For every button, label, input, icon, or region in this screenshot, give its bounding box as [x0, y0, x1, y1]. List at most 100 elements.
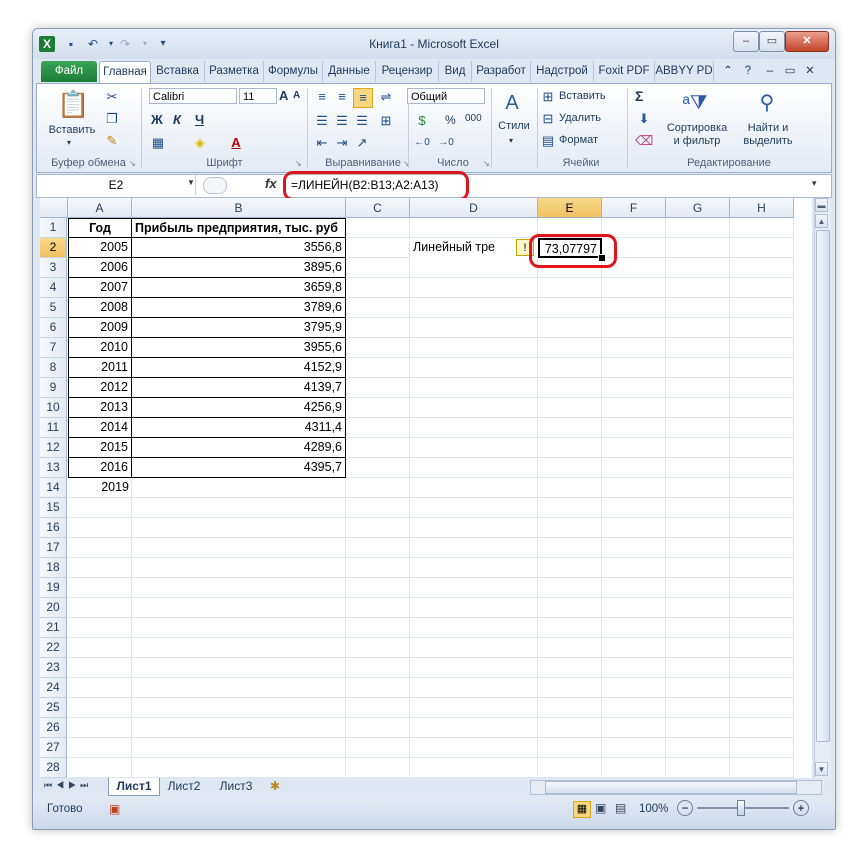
macro-record-icon[interactable]: ▣ — [109, 802, 120, 816]
align-top-icon[interactable]: ≡ — [313, 88, 331, 106]
formula-expand-icon[interactable]: ▾ — [812, 178, 817, 189]
row-header-6[interactable]: 6 — [40, 318, 67, 338]
table-header-profit[interactable]: Прибыль предприятия, тыс. руб — [132, 218, 346, 238]
insert-function-icon[interactable]: fx — [265, 176, 277, 191]
column-header-a[interactable]: A — [68, 198, 132, 218]
percent-button[interactable]: % — [445, 113, 456, 127]
table-cell-year[interactable]: 2013 — [68, 398, 132, 418]
orientation-icon[interactable]: ↗ — [353, 134, 371, 152]
sheet-tab-3[interactable]: Лист3 — [212, 778, 260, 795]
align-middle-icon[interactable]: ≡ — [333, 88, 351, 106]
column-header-b[interactable]: B — [132, 198, 346, 218]
fill-color-icon[interactable]: ◈ — [191, 134, 209, 152]
insert-cells-icon[interactable]: ⊞ — [539, 88, 557, 106]
row-header-17[interactable]: 17 — [40, 538, 67, 558]
tab-insert[interactable]: Вставка — [151, 61, 205, 82]
row-header-18[interactable]: 18 — [40, 558, 67, 578]
row-header-2[interactable]: 2 — [40, 238, 67, 258]
tab-file[interactable]: Файл — [41, 61, 97, 82]
scroll-up-button[interactable]: ▲ — [815, 214, 828, 228]
insert-cells-button[interactable]: Вставить — [559, 90, 606, 102]
font-size-combo[interactable]: 11 — [239, 88, 277, 104]
table-cell-profit[interactable]: 4152,9 — [132, 358, 346, 378]
table-cell-profit[interactable]: 3556,8 — [132, 238, 346, 258]
delete-cells-button[interactable]: Удалить — [559, 112, 601, 124]
thousands-separator-button[interactable]: 000 — [465, 113, 482, 124]
tab-addins[interactable]: Надстрой — [531, 61, 594, 82]
bold-button[interactable]: Ж — [151, 112, 163, 127]
zoom-level[interactable]: 100% — [639, 803, 668, 815]
table-cell-profit[interactable]: 4256,9 — [132, 398, 346, 418]
select-all-corner[interactable] — [40, 198, 68, 218]
row-header-8[interactable]: 8 — [40, 358, 67, 378]
zoom-slider-thumb[interactable] — [737, 800, 745, 816]
format-painter-icon[interactable]: ✎ — [103, 132, 121, 150]
table-cell-profit[interactable]: 3659,8 — [132, 278, 346, 298]
cut-icon[interactable]: ✂ — [103, 88, 121, 106]
sort-filter-icon[interactable]: ᵃ⧩ — [681, 88, 709, 118]
row-header-19[interactable]: 19 — [40, 578, 67, 598]
minimize-button[interactable]: – — [733, 31, 759, 52]
align-left-icon[interactable]: ☰ — [313, 112, 331, 130]
paste-dropdown-icon[interactable]: ▾ — [67, 138, 71, 147]
grow-font-icon[interactable]: A — [279, 88, 288, 103]
table-cell-year[interactable]: 2012 — [68, 378, 132, 398]
row-header-25[interactable]: 25 — [40, 698, 67, 718]
row-header-1[interactable]: 1 — [40, 218, 67, 238]
styles-icon[interactable]: A — [499, 90, 525, 116]
sort-filter-button[interactable]: Сортировка — [661, 122, 733, 134]
row-header-24[interactable]: 24 — [40, 678, 67, 698]
sheet-nav-icons[interactable]: ⏮◀▶⏭ — [44, 780, 92, 791]
zoom-out-button[interactable]: − — [677, 800, 693, 816]
row-header-9[interactable]: 9 — [40, 378, 67, 398]
tab-data[interactable]: Данные — [323, 61, 376, 82]
table-cell-profit[interactable]: 4289,6 — [132, 438, 346, 458]
format-cells-button[interactable]: Формат — [559, 134, 598, 146]
column-header-h[interactable]: H — [730, 198, 794, 218]
zoom-in-button[interactable]: + — [793, 800, 809, 816]
page-layout-view-icon[interactable]: ▣ — [595, 801, 606, 815]
column-header-f[interactable]: F — [602, 198, 666, 218]
table-cell-profit[interactable]: 3955,6 — [132, 338, 346, 358]
horizontal-scroll-thumb[interactable] — [545, 781, 797, 794]
clipboard-launcher-icon[interactable]: ↘ — [129, 159, 138, 168]
styles-button-label[interactable]: Стили — [493, 120, 535, 132]
shrink-font-icon[interactable]: A — [293, 90, 300, 101]
horizontal-scrollbar[interactable] — [530, 780, 822, 795]
close-button[interactable]: ✕ — [785, 31, 829, 52]
table-cell-year[interactable]: 2019 — [68, 478, 132, 498]
row-header-14[interactable]: 14 — [40, 478, 67, 498]
tab-abbyy-pdf[interactable]: ABBYY PD — [655, 61, 714, 82]
autosum-button[interactable]: Σ — [635, 88, 643, 104]
table-cell-profit[interactable]: 4139,7 — [132, 378, 346, 398]
row-header-26[interactable]: 26 — [40, 718, 67, 738]
table-cell-year[interactable]: 2007 — [68, 278, 132, 298]
row-header-15[interactable]: 15 — [40, 498, 67, 518]
fill-icon[interactable]: ⬇ — [635, 110, 653, 128]
align-right-icon[interactable]: ☰ — [353, 112, 371, 130]
insert-sheet-icon[interactable]: ✱ — [264, 778, 286, 795]
row-header-10[interactable]: 10 — [40, 398, 67, 418]
table-cell-year[interactable]: 2015 — [68, 438, 132, 458]
table-cell-year[interactable]: 2010 — [68, 338, 132, 358]
sheet-tab-2[interactable]: Лист2 — [160, 778, 208, 795]
row-header-20[interactable]: 20 — [40, 598, 67, 618]
split-box-icon[interactable]: ▬ — [815, 198, 828, 212]
tab-developer[interactable]: Разработ — [472, 61, 531, 82]
row-header-3[interactable]: 3 — [40, 258, 67, 278]
tab-page-layout[interactable]: Разметка — [205, 61, 264, 82]
name-box[interactable]: E2 — [37, 175, 196, 195]
font-name-combo[interactable]: Calibri — [149, 88, 237, 104]
clear-icon[interactable]: ⌫ — [635, 132, 653, 150]
name-box-dropdown-icon[interactable]: ▼ — [187, 178, 195, 187]
page-break-view-icon[interactable]: ▤ — [615, 801, 626, 815]
scroll-down-button[interactable]: ▼ — [815, 762, 828, 776]
row-header-7[interactable]: 7 — [40, 338, 67, 358]
row-header-23[interactable]: 23 — [40, 658, 67, 678]
find-select-button[interactable]: Найти и — [737, 122, 799, 134]
borders-icon[interactable]: ▦ — [149, 134, 167, 152]
table-cell-profit[interactable]: 3789,6 — [132, 298, 346, 318]
decrease-indent-icon[interactable]: ⇤ — [313, 134, 331, 152]
workbook-close-icon[interactable]: ✕ — [801, 61, 819, 82]
row-header-12[interactable]: 12 — [40, 438, 67, 458]
